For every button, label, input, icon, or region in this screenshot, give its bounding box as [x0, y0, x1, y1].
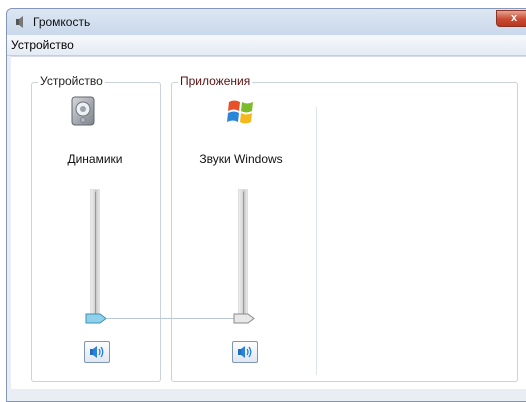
app-track-line: [243, 192, 244, 316]
speaker-volume-icon: [90, 346, 104, 358]
device-volume-thumb[interactable]: [85, 313, 107, 324]
device-volume-track[interactable]: [90, 189, 100, 317]
app-volume-track[interactable]: [238, 189, 248, 317]
speaker-device-icon[interactable]: [69, 95, 99, 129]
menu-item-device[interactable]: Устройство: [11, 38, 74, 52]
close-button[interactable]: x: [496, 10, 526, 27]
device-track-line: [95, 192, 96, 316]
volume-link-line: [107, 318, 235, 319]
device-name: Динамики: [67, 152, 123, 166]
device-mute-button[interactable]: [84, 341, 110, 363]
column-separator: [316, 107, 317, 375]
device-group-label: Устройство: [38, 74, 105, 88]
window-title: Громкость: [33, 15, 91, 29]
windows-logo-icon[interactable]: [226, 97, 256, 127]
window-bottom-border: [7, 389, 526, 401]
title-bar[interactable]: Громкость x: [7, 9, 526, 35]
applications-group-label: Приложения: [178, 74, 253, 88]
speaker-volume-icon: [238, 346, 252, 358]
applications-group: Приложения: [171, 74, 518, 382]
app-name: Звуки Windows: [199, 152, 283, 166]
volume-mixer-window: Громкость x Устройство Устройство Прилож…: [6, 8, 526, 402]
volume-app-icon: [16, 16, 23, 28]
menu-bar: Устройство: [7, 35, 526, 56]
app-mute-button[interactable]: [232, 341, 258, 363]
mixer-area: Устройство Приложения Динамики Звуки Win…: [11, 56, 526, 389]
app-volume-thumb[interactable]: [233, 313, 255, 324]
